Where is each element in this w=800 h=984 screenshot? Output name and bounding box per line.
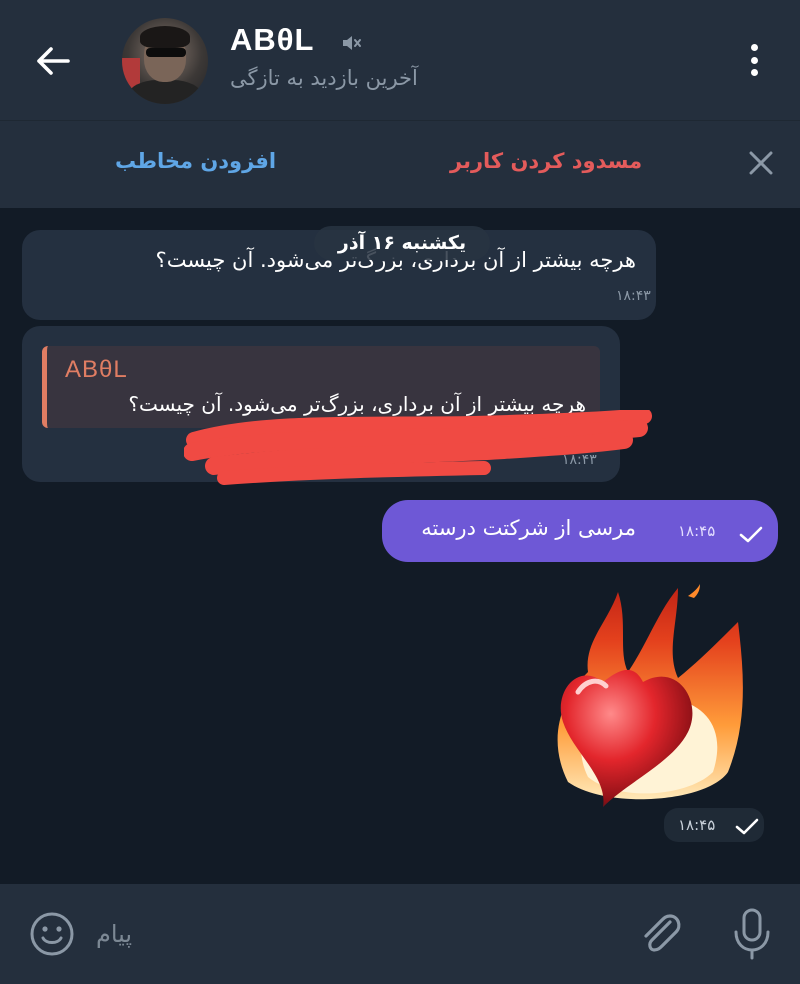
more-menu-button[interactable] — [736, 40, 772, 80]
emoji-icon[interactable] — [28, 910, 76, 958]
message-time: ۱۸:۴۵ — [678, 816, 716, 834]
message-text: مرسی از شرکتت درسته — [421, 516, 636, 540]
red-redaction-scribble — [184, 410, 652, 485]
add-contact-button[interactable]: افزودن مخاطب — [115, 149, 276, 173]
more-vertical-icon — [750, 44, 758, 51]
paperclip-icon[interactable] — [636, 908, 684, 960]
close-icon[interactable] — [744, 146, 778, 180]
contact-action-bar: افزودن مخاطب مسدود کردن کاربر — [0, 120, 800, 208]
contact-name[interactable]: ABθL — [230, 22, 314, 58]
outgoing-message[interactable]: مرسی از شرکتت درسته ۱۸:۴۵ — [382, 500, 778, 562]
chat-header: ABθL آخرین بازدید به تازگی — [0, 0, 800, 120]
message-time: ۱۸:۴۵ — [678, 522, 716, 540]
avatar[interactable] — [122, 18, 208, 104]
sticker-time-badge: ۱۸:۴۵ — [664, 808, 764, 842]
back-button[interactable] — [28, 36, 78, 86]
message-input[interactable] — [96, 914, 616, 954]
check-icon — [735, 818, 759, 835]
date-separator: یکشنبه ۱۶ آذر — [314, 226, 490, 260]
reply-author: ABθL — [65, 356, 128, 383]
microphone-icon[interactable] — [730, 906, 774, 962]
message-input-bar — [0, 884, 800, 984]
block-user-button[interactable]: مسدود کردن کاربر — [450, 149, 642, 173]
message-time: ۱۸:۴۳ — [616, 288, 651, 304]
last-seen-status: آخرین بازدید به تازگی — [230, 66, 418, 90]
check-icon — [739, 526, 763, 543]
heart-on-fire-icon[interactable] — [548, 582, 758, 812]
arrow-left-icon — [37, 47, 70, 75]
mute-icon — [343, 36, 361, 50]
